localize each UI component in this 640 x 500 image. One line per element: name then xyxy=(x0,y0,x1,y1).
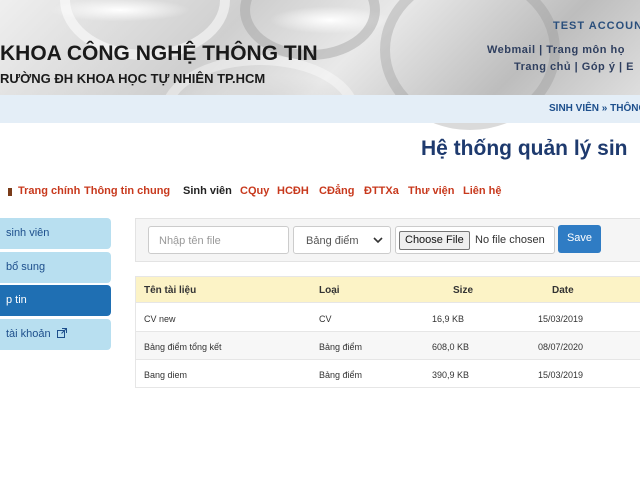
breadcrumb-separator: » xyxy=(601,103,608,114)
top-links-row-1: Webmail | Trang môn họ xyxy=(487,44,625,56)
file-name[interactable]: Bang diem xyxy=(144,370,187,380)
feedback-link[interactable]: Góp ý xyxy=(582,61,616,73)
sidebar-item-student[interactable]: sinh viên xyxy=(0,218,111,249)
file-size: 608,0 KB xyxy=(432,342,470,352)
menu-item-contact[interactable]: Liên hệ xyxy=(463,185,502,197)
table-header: Tên tài liệu Loại Size Date xyxy=(136,277,640,303)
table-row[interactable]: Bảng điểm tổng kết Bảng điểm 608,0 KB 08… xyxy=(136,332,640,360)
document-type-value: Bảng điểm xyxy=(306,235,359,247)
choose-file-button[interactable]: Choose File xyxy=(399,231,470,250)
breadcrumb-item-students[interactable]: SINH VIÊN xyxy=(549,103,599,114)
document-type-select[interactable]: Bảng điểm xyxy=(293,226,391,254)
file-input[interactable]: Choose File No file chosen xyxy=(395,226,555,254)
page: KHOA CÔNG NGHỆ THÔNG TIN RƯỜNG ĐH KHOA H… xyxy=(0,0,640,500)
link-separator: | xyxy=(539,44,543,56)
university-name: RƯỜNG ĐH KHOA HỌC TỰ NHIÊN TP.HCM xyxy=(0,71,266,86)
link-separator: | xyxy=(574,61,579,73)
file-name[interactable]: Bảng điểm tổng kết xyxy=(144,342,222,352)
course-page-link[interactable]: Trang môn họ xyxy=(546,44,625,56)
home-link[interactable]: Trang chủ xyxy=(514,61,571,73)
file-date: 08/07/2020 xyxy=(538,342,584,352)
filename-input[interactable]: Nhập tên file xyxy=(148,226,289,254)
page-title: Hệ thống quản lý sin xyxy=(421,137,628,160)
file-type: Bảng điểm xyxy=(319,342,363,352)
external-link-icon xyxy=(56,328,67,338)
file-date: 15/03/2019 xyxy=(538,370,584,380)
sidebar-item-label: p tin xyxy=(6,294,27,306)
table-row[interactable]: CV new CV 16,9 KB 15/03/2019 xyxy=(136,304,640,332)
column-header-size[interactable]: Size xyxy=(453,285,473,296)
menu-item-cquy[interactable]: CQuy xyxy=(240,185,269,197)
column-header-name[interactable]: Tên tài liệu xyxy=(144,285,196,296)
menu-item-library[interactable]: Thư viện xyxy=(408,185,454,197)
menu-item-general-info[interactable]: Thông tin chung xyxy=(84,185,170,197)
breadcrumb-bar: SINH VIÊN » THÔNG xyxy=(0,95,640,123)
files-table: Tên tài liệu Loại Size Date CV new CV 16… xyxy=(135,276,640,388)
file-type: Bảng điểm xyxy=(319,370,363,380)
menu-item-home[interactable]: Trang chính xyxy=(18,185,80,197)
column-header-date[interactable]: Date xyxy=(552,285,574,296)
faculty-name: KHOA CÔNG NGHỆ THÔNG TIN xyxy=(0,42,318,65)
header-banner: KHOA CÔNG NGHỆ THÔNG TIN RƯỜNG ĐH KHOA H… xyxy=(0,0,640,175)
file-type: CV xyxy=(319,314,332,324)
menu-item-hcdh[interactable]: HCĐH xyxy=(277,185,309,197)
sidebar-item-files[interactable]: p tin xyxy=(0,285,111,316)
webmail-link[interactable]: Webmail xyxy=(487,44,536,56)
file-name[interactable]: CV new xyxy=(144,314,176,324)
sidebar-item-supplement[interactable]: bổ sung xyxy=(0,252,111,283)
breadcrumb-item-info[interactable]: THÔNG xyxy=(610,103,640,114)
file-size: 390,9 KB xyxy=(432,370,470,380)
file-status-text: No file chosen xyxy=(475,234,545,246)
english-link[interactable]: E xyxy=(626,61,634,73)
save-button[interactable]: Save xyxy=(558,225,601,253)
link-separator: | xyxy=(619,61,623,73)
file-size: 16,9 KB xyxy=(432,314,465,324)
menu-item-cdang[interactable]: CĐẳng xyxy=(319,185,354,197)
file-date: 15/03/2019 xyxy=(538,314,584,324)
menu-item-dttxa[interactable]: ĐTTXa xyxy=(364,185,399,197)
menu-bullet-icon xyxy=(8,188,12,196)
chevron-down-icon xyxy=(373,237,383,244)
table-row[interactable]: Bang diem Bảng điểm 390,9 KB 15/03/2019 xyxy=(136,360,640,388)
breadcrumb: SINH VIÊN » THÔNG xyxy=(549,103,640,114)
menu-item-students[interactable]: Sinh viên xyxy=(183,185,232,197)
column-header-type[interactable]: Loại xyxy=(319,285,340,296)
sidebar-item-label: bổ sung xyxy=(6,261,46,273)
sidebar-item-label: tài khoản xyxy=(6,328,51,340)
sidebar-item-label: sinh viên xyxy=(6,227,50,239)
account-name[interactable]: TEST ACCOUN xyxy=(553,20,640,32)
top-links-row-2: Trang chủ | Góp ý | E xyxy=(514,61,634,73)
sidebar-item-account[interactable]: tài khoản xyxy=(0,319,111,350)
